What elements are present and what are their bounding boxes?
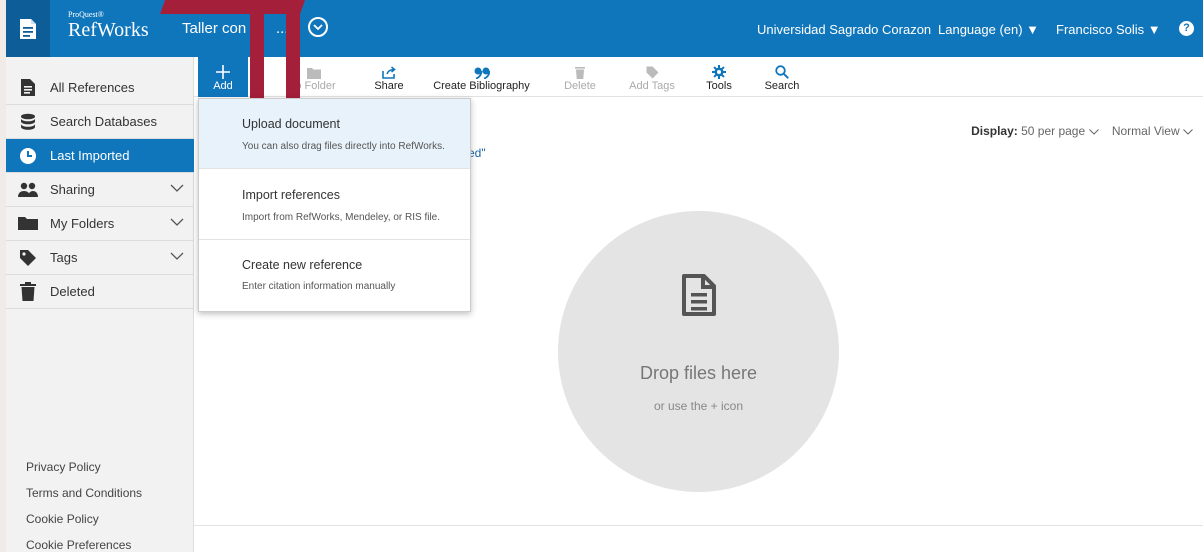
share-button[interactable]: Share bbox=[369, 57, 409, 97]
content-divider bbox=[194, 525, 1203, 526]
menu-item-import-references[interactable]: Import references Import from RefWorks, … bbox=[199, 170, 470, 240]
sidebar-item-label: Sharing bbox=[50, 182, 95, 197]
cookie-preferences-link[interactable]: Cookie Preferences bbox=[26, 538, 131, 552]
add-button[interactable]: Add bbox=[198, 57, 248, 97]
clock-icon bbox=[18, 146, 38, 166]
menu-item-title: Create new reference bbox=[242, 258, 363, 272]
chevron-down-icon[interactable] bbox=[170, 252, 184, 260]
add-label: Add bbox=[213, 79, 233, 92]
project-menu-chevron-icon[interactable] bbox=[308, 17, 328, 37]
sidebar-item-all-references[interactable]: All References bbox=[6, 71, 194, 105]
add-tags-label: Add Tags bbox=[629, 79, 675, 92]
document-icon bbox=[682, 274, 716, 316]
terms-link[interactable]: Terms and Conditions bbox=[26, 486, 142, 500]
add-menu: Upload document You can also drag files … bbox=[198, 98, 471, 312]
privacy-policy-link[interactable]: Privacy Policy bbox=[26, 460, 101, 474]
help-icon[interactable]: ? bbox=[1179, 21, 1194, 36]
sidebar-item-deleted[interactable]: Deleted bbox=[6, 275, 194, 309]
menu-item-title: Upload document bbox=[242, 117, 340, 131]
chevron-down-icon[interactable] bbox=[170, 184, 184, 192]
view-value: Normal View bbox=[1111, 124, 1180, 138]
institution-link[interactable]: Universidad Sagrado Corazon bbox=[757, 22, 931, 37]
users-icon bbox=[18, 180, 38, 200]
menu-item-subtitle: You can also drag files directly into Re… bbox=[242, 141, 445, 152]
folder-icon bbox=[307, 63, 321, 79]
sidebar-item-label: Tags bbox=[50, 250, 78, 265]
refworks-logo-icon[interactable] bbox=[6, 0, 50, 57]
share-label: Share bbox=[374, 79, 404, 92]
trash-icon bbox=[18, 282, 38, 302]
chevron-down-icon bbox=[1088, 129, 1099, 135]
sidebar-item-my-folders[interactable]: My Folders bbox=[6, 207, 194, 241]
overlay-decoration-frame bbox=[250, 0, 300, 110]
display-options: Display: 50 per page Normal View bbox=[971, 124, 1193, 138]
cookie-policy-link[interactable]: Cookie Policy bbox=[26, 512, 99, 526]
project-title[interactable]: Taller con bbox=[182, 20, 246, 37]
brand-small: ProQuest® bbox=[68, 10, 104, 19]
tools-button[interactable]: Tools bbox=[699, 57, 739, 97]
chevron-down-icon bbox=[1183, 129, 1193, 135]
sidebar-item-last-imported[interactable]: Last Imported bbox=[6, 139, 194, 173]
file-drop-zone[interactable]: Drop files here or use the + icon bbox=[558, 211, 839, 492]
create-bibliography-button[interactable]: Create Bibliography bbox=[424, 57, 539, 97]
drop-files-title: Drop files here bbox=[639, 363, 758, 383]
add-tags-button[interactable]: Add Tags bbox=[624, 57, 680, 97]
display-label: Display: bbox=[971, 124, 1018, 138]
brand-logo[interactable]: ProQuest® RefWorks bbox=[68, 10, 149, 41]
sidebar-item-label: All References bbox=[50, 80, 135, 95]
delete-button[interactable]: Delete bbox=[560, 57, 600, 97]
tag-icon bbox=[18, 248, 38, 268]
search-button[interactable]: Search bbox=[759, 57, 805, 97]
share-icon bbox=[382, 63, 396, 79]
tag-icon bbox=[646, 63, 659, 79]
view-select[interactable]: Normal View bbox=[1112, 124, 1193, 138]
left-edge-decoration bbox=[0, 0, 6, 552]
per-page-select[interactable]: 50 per page bbox=[1021, 124, 1099, 138]
search-label: Search bbox=[764, 79, 800, 92]
per-page-value: 50 per page bbox=[1021, 124, 1086, 138]
database-icon bbox=[18, 112, 38, 132]
gear-icon bbox=[712, 63, 726, 79]
delete-label: Delete bbox=[564, 79, 596, 92]
quote-icon bbox=[474, 63, 490, 79]
create-bibliography-label: Create Bibliography bbox=[433, 79, 530, 92]
plus-icon bbox=[216, 63, 230, 79]
document-icon bbox=[18, 78, 38, 98]
folder-icon bbox=[18, 214, 38, 234]
sidebar-item-sharing[interactable]: Sharing bbox=[6, 173, 194, 207]
language-menu[interactable]: Language (en) ▼ bbox=[938, 22, 1039, 37]
sidebar-item-label: Deleted bbox=[50, 284, 95, 299]
sidebar-item-tags[interactable]: Tags bbox=[6, 241, 194, 275]
menu-item-upload-document[interactable]: Upload document You can also drag files … bbox=[199, 99, 470, 169]
trash-icon bbox=[575, 63, 585, 79]
menu-item-create-new-reference[interactable]: Create new reference Enter citation info… bbox=[199, 241, 470, 311]
toolbar: Add to Folder Share Create Bibliography … bbox=[194, 57, 1203, 97]
chevron-down-icon[interactable] bbox=[170, 218, 184, 226]
search-icon bbox=[775, 63, 789, 79]
drop-files-subtitle: or use the + icon bbox=[653, 399, 744, 413]
sidebar-item-label: My Folders bbox=[50, 216, 115, 231]
sidebar-item-label: Search Databases bbox=[50, 114, 157, 129]
sidebar: All References Search Databases Last Imp… bbox=[6, 57, 194, 552]
sidebar-item-label: Last Imported bbox=[50, 148, 130, 163]
user-menu[interactable]: Francisco Solis ▼ bbox=[1056, 22, 1161, 37]
menu-item-subtitle: Enter citation information manually bbox=[242, 281, 396, 292]
brand-name: RefWorks bbox=[68, 19, 149, 41]
sidebar-item-search-databases[interactable]: Search Databases bbox=[6, 105, 194, 139]
menu-item-title: Import references bbox=[242, 188, 340, 202]
menu-item-subtitle: Import from RefWorks, Mendeley, or RIS f… bbox=[242, 212, 441, 223]
tools-label: Tools bbox=[706, 79, 732, 92]
